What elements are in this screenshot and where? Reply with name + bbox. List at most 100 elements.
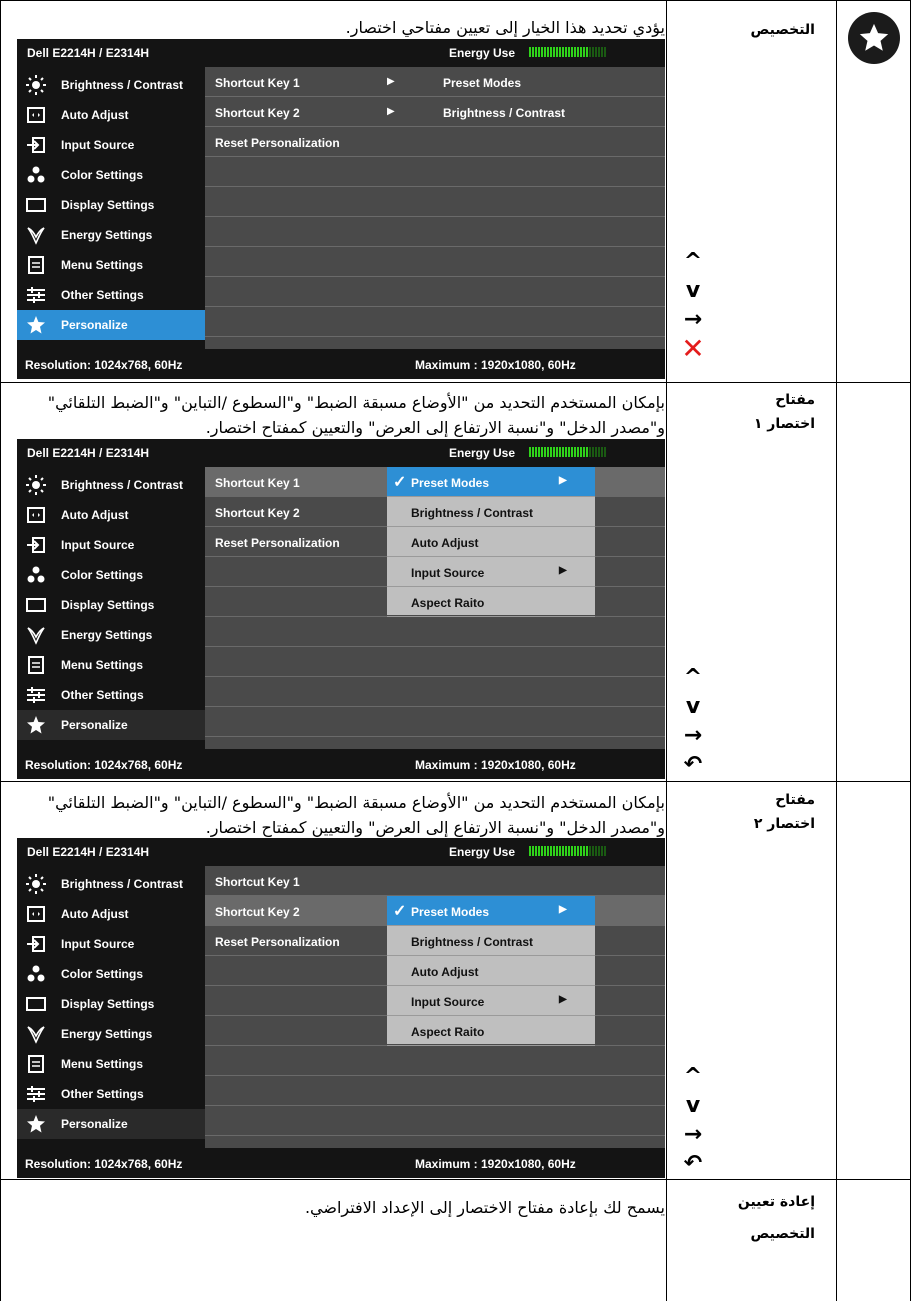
osd-menu-item[interactable]: Display Settings bbox=[17, 590, 205, 620]
osd-menu-label: Color Settings bbox=[61, 967, 144, 981]
osd-menu-label: Menu Settings bbox=[61, 258, 144, 272]
other-settings-icon bbox=[17, 680, 55, 710]
osd-model: Dell E2214H / E2314H bbox=[27, 46, 150, 60]
brightness-icon bbox=[17, 470, 55, 500]
enter-arrow-icon[interactable]: → bbox=[677, 305, 709, 334]
input-source-icon bbox=[17, 530, 55, 560]
osd-screenshot-shortcut-2: Dell E2214H / E2314H Energy Use Brightne… bbox=[17, 838, 665, 1178]
osd-option[interactable]: Input Source bbox=[411, 995, 484, 1009]
osd-menu-item[interactable]: Energy Settings bbox=[17, 220, 205, 250]
osd-menu-item[interactable]: Menu Settings bbox=[17, 1049, 205, 1079]
osd-menu-item[interactable]: Personalize bbox=[17, 710, 205, 740]
osd-key[interactable]: Shortcut Key 1 bbox=[215, 76, 300, 90]
osd-menu-item[interactable]: Menu Settings bbox=[17, 650, 205, 680]
row-label-shortcut-1: مفتاح اختصار ١ bbox=[753, 392, 815, 432]
down-arrow-icon[interactable]: v bbox=[677, 1091, 709, 1120]
osd-menu-item[interactable]: Auto Adjust bbox=[17, 100, 205, 130]
osd-menu-item[interactable]: Other Settings bbox=[17, 1079, 205, 1109]
osd-option[interactable]: Aspect Raito bbox=[411, 596, 484, 610]
osd-menu: Brightness / Contrast Auto Adjust Input So… bbox=[17, 467, 205, 749]
osd-menu-item[interactable]: Color Settings bbox=[17, 160, 205, 190]
close-icon[interactable]: ✕ bbox=[677, 332, 709, 365]
osd-menu-label: Auto Adjust bbox=[61, 907, 129, 921]
menu-settings-icon bbox=[17, 650, 55, 680]
color-settings-icon bbox=[17, 959, 55, 989]
osd-key[interactable]: Shortcut Key 2 bbox=[215, 106, 300, 120]
osd-menu-label: Menu Settings bbox=[61, 1057, 144, 1071]
osd-option[interactable]: Auto Adjust bbox=[411, 965, 479, 979]
star-icon bbox=[17, 310, 55, 340]
star-icon bbox=[17, 1109, 55, 1139]
menu-settings-icon bbox=[17, 250, 55, 280]
osd-maximum: Maximum : 1920x1080, 60Hz bbox=[415, 358, 576, 372]
osd-menu-item[interactable]: Brightness / Contrast bbox=[17, 470, 205, 500]
osd-menu-item[interactable]: Other Settings bbox=[17, 680, 205, 710]
osd-option[interactable]: Aspect Raito bbox=[411, 1025, 484, 1039]
energy-settings-icon bbox=[17, 620, 55, 650]
osd-menu-item[interactable]: Brightness / Contrast bbox=[17, 869, 205, 899]
osd-menu-item[interactable]: Auto Adjust bbox=[17, 899, 205, 929]
up-arrow-icon[interactable]: ^ bbox=[677, 1062, 709, 1091]
osd-menu-item[interactable]: Energy Settings bbox=[17, 620, 205, 650]
osd-menu-item[interactable]: Input Source bbox=[17, 130, 205, 160]
osd-menu-item[interactable]: Input Source bbox=[17, 929, 205, 959]
osd-menu-item[interactable]: Menu Settings bbox=[17, 250, 205, 280]
osd-menu-label: Display Settings bbox=[61, 997, 155, 1011]
enter-arrow-icon[interactable]: → bbox=[677, 721, 709, 750]
osd-maximum: Maximum : 1920x1080, 60Hz bbox=[415, 1157, 576, 1171]
osd-key[interactable]: Shortcut Key 1 bbox=[215, 476, 300, 490]
display-settings-icon bbox=[17, 590, 55, 620]
osd-maximum: Maximum : 1920x1080, 60Hz bbox=[415, 758, 576, 772]
nav-buttons: ^ v → ↶ bbox=[677, 663, 709, 779]
osd-key[interactable]: Shortcut Key 2 bbox=[215, 506, 300, 520]
osd-key[interactable]: Reset Personalization bbox=[215, 935, 340, 949]
star-icon bbox=[848, 12, 900, 64]
osd-menu-item[interactable]: Color Settings bbox=[17, 959, 205, 989]
osd-menu-label: Menu Settings bbox=[61, 658, 144, 672]
back-icon[interactable]: ↶ bbox=[677, 1149, 709, 1178]
osd-option[interactable]: Brightness / Contrast bbox=[411, 506, 533, 520]
enter-arrow-icon[interactable]: → bbox=[677, 1120, 709, 1149]
osd-menu: Brightness / Contrast Auto Adjust Input So… bbox=[17, 67, 205, 349]
down-arrow-icon[interactable]: v bbox=[677, 692, 709, 721]
osd-menu-label: Auto Adjust bbox=[61, 508, 129, 522]
osd-key[interactable]: Reset Personalization bbox=[215, 536, 340, 550]
nav-buttons: ^ v → ✕ bbox=[677, 247, 709, 365]
osd-menu-item[interactable]: Display Settings bbox=[17, 190, 205, 220]
osd-menu-item[interactable]: Display Settings bbox=[17, 989, 205, 1019]
osd-key[interactable]: Shortcut Key 1 bbox=[215, 875, 300, 889]
nav-buttons: ^ v → ↶ bbox=[677, 1062, 709, 1178]
down-arrow-icon[interactable]: v bbox=[677, 276, 709, 305]
auto-adjust-icon bbox=[17, 899, 55, 929]
row-desc-shortcut-2: بإمكان المستخدم التحديد من "الأوضاع مسبق… bbox=[47, 793, 665, 837]
osd-menu-item[interactable]: Color Settings bbox=[17, 560, 205, 590]
osd-menu-item[interactable]: Auto Adjust bbox=[17, 500, 205, 530]
osd-option[interactable]: Preset Modes bbox=[411, 476, 489, 490]
osd-menu-item[interactable]: Brightness / Contrast bbox=[17, 70, 205, 100]
osd-menu-label: Personalize bbox=[61, 318, 128, 332]
osd-option[interactable]: Brightness / Contrast bbox=[411, 935, 533, 949]
osd-menu-item[interactable]: Input Source bbox=[17, 530, 205, 560]
osd-key[interactable]: Shortcut Key 2 bbox=[215, 905, 300, 919]
osd-option[interactable]: Auto Adjust bbox=[411, 536, 479, 550]
osd-option[interactable]: Input Source bbox=[411, 566, 484, 580]
input-source-icon bbox=[17, 130, 55, 160]
osd-option[interactable]: Preset Modes bbox=[411, 905, 489, 919]
osd-menu-label: Energy Settings bbox=[61, 228, 153, 242]
osd-menu-label: Color Settings bbox=[61, 168, 144, 182]
osd-menu-item[interactable]: Other Settings bbox=[17, 280, 205, 310]
up-arrow-icon[interactable]: ^ bbox=[677, 247, 709, 276]
back-icon[interactable]: ↶ bbox=[677, 750, 709, 779]
osd-key[interactable]: Reset Personalization bbox=[215, 136, 340, 150]
row-desc-personalize: يؤدي تحديد هذا الخيار إلى تعيين مفتاحي ا… bbox=[345, 18, 665, 37]
energy-meter bbox=[529, 846, 606, 856]
osd-menu-item[interactable]: Personalize bbox=[17, 1109, 205, 1139]
osd-menu-item[interactable]: Personalize bbox=[17, 310, 205, 340]
brightness-icon bbox=[17, 70, 55, 100]
other-settings-icon bbox=[17, 1079, 55, 1109]
auto-adjust-icon bbox=[17, 500, 55, 530]
osd-menu-item[interactable]: Energy Settings bbox=[17, 1019, 205, 1049]
up-arrow-icon[interactable]: ^ bbox=[677, 663, 709, 692]
osd-energy-label: Energy Use bbox=[449, 845, 516, 859]
osd-key-value: Preset Modes bbox=[443, 76, 522, 90]
